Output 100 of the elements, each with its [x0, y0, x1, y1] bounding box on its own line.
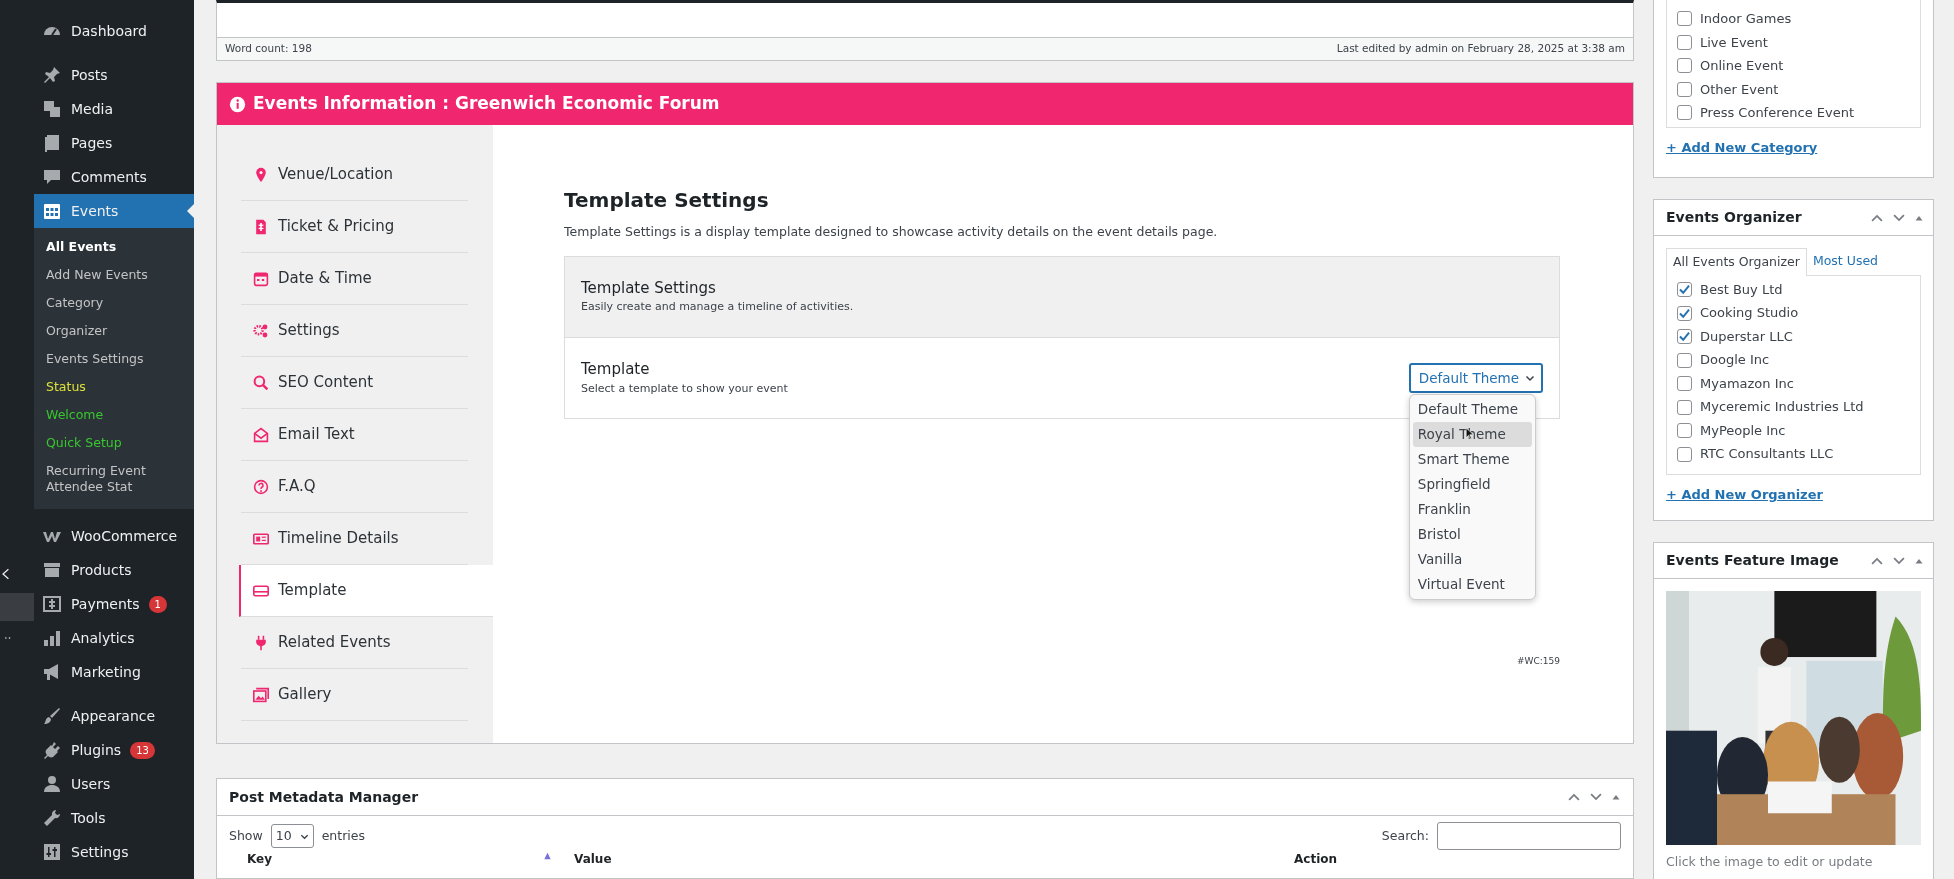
- submenu-item[interactable]: Quick Setup: [34, 429, 194, 457]
- column-header[interactable]: Key: [247, 852, 565, 866]
- checkbox-label: Online Event: [1700, 57, 1784, 75]
- menu-item[interactable]: WooCommerce: [34, 519, 194, 553]
- search-field[interactable]: [1437, 822, 1621, 850]
- last-edited-text: Last edited by admin on February 28, 2025 at 3:38 am: [1336, 41, 1625, 57]
- box-title: Template Settings: [581, 277, 717, 299]
- dropdown-option[interactable]: Smart Theme: [1412, 446, 1532, 472]
- dropdown-option[interactable]: Springfield: [1412, 471, 1532, 497]
- page-icon: [42, 133, 62, 153]
- submenu-item[interactable]: Status: [34, 373, 194, 401]
- submenu-item[interactable]: All Events: [34, 233, 194, 261]
- submenu-item[interactable]: Events Settings: [34, 345, 194, 373]
- menu-item[interactable]: Comments: [34, 160, 194, 194]
- dropdown-option[interactable]: Royal Theme: [1412, 421, 1532, 447]
- menu-item[interactable]: Plugins 13: [34, 733, 194, 767]
- dropdown-option[interactable]: Bristol: [1412, 521, 1532, 547]
- checkbox[interactable]: [1677, 11, 1692, 27]
- page-size-select[interactable]: 10: [270, 823, 314, 849]
- menu-item[interactable]: Events: [34, 194, 194, 228]
- show-label: Show: [229, 826, 263, 845]
- menu-item[interactable]: Marketing: [34, 655, 194, 689]
- checkbox[interactable]: [1677, 305, 1692, 321]
- menu-item[interactable]: Settings: [34, 835, 194, 869]
- submenu-item[interactable]: Add New Events: [34, 261, 194, 289]
- checkbox-label: Cooking Studio: [1700, 304, 1799, 323]
- plug-icon: [253, 634, 269, 651]
- add-organizer-link[interactable]: + Add New Organizer: [1666, 486, 1823, 502]
- dollar-icon: [42, 594, 62, 614]
- sort-icon[interactable]: [543, 852, 552, 860]
- checkbox[interactable]: [1677, 352, 1692, 368]
- tab[interactable]: Ticket & Pricing: [241, 201, 468, 253]
- section-heading: Template Settings: [564, 187, 770, 214]
- tab[interactable]: SEO Content: [241, 357, 468, 409]
- count-badge: 1: [148, 595, 167, 613]
- media-icon: [42, 99, 62, 119]
- checkbox[interactable]: [1677, 282, 1692, 297]
- receipt-icon: [253, 218, 269, 235]
- checkbox-label: Duperstar LLC: [1700, 327, 1793, 346]
- menu-item[interactable]: Users: [34, 767, 194, 801]
- entries-label: entries: [321, 826, 365, 845]
- tab[interactable]: Venue/Location: [241, 149, 468, 201]
- column-header[interactable]: Action: [1294, 852, 1338, 866]
- menu-item[interactable]: Media: [34, 92, 194, 126]
- menu-item[interactable]: Dashboard: [34, 14, 194, 48]
- editor-area[interactable]: [216, 0, 1634, 37]
- submenu-item[interactable]: Recurring Event Attendee Stat: [34, 457, 194, 501]
- checkbox[interactable]: [1677, 58, 1692, 74]
- images-icon: [253, 686, 269, 703]
- tab[interactable]: F.A.Q: [241, 461, 468, 513]
- checkbox[interactable]: [1677, 446, 1692, 462]
- menu-item[interactable]: Appearance: [34, 699, 194, 733]
- checkbox-label: Press Conference Event: [1700, 104, 1854, 122]
- tab[interactable]: Template: [239, 565, 493, 617]
- checkbox-label: Myamazon Inc: [1700, 374, 1794, 393]
- tab[interactable]: Most Used: [1806, 248, 1884, 275]
- tab[interactable]: All Events Organizer: [1666, 248, 1807, 276]
- checkbox[interactable]: [1677, 376, 1692, 391]
- search-icon: [253, 374, 269, 391]
- tab[interactable]: Date & Time: [241, 253, 468, 305]
- box-title: Post Metadata Manager: [229, 787, 419, 807]
- panel-title: Events Information : Greenwich Economic Forum: [253, 92, 720, 116]
- box-title: Events Organizer: [1666, 208, 1802, 227]
- menu-item[interactable]: Pages: [34, 126, 194, 160]
- template-select[interactable]: Default Theme: [1408, 362, 1543, 393]
- calendar-icon: [42, 201, 62, 221]
- box-icon: [42, 560, 62, 580]
- checkbox[interactable]: [1677, 105, 1692, 121]
- menu-item[interactable]: Products: [34, 553, 194, 587]
- dropdown-option[interactable]: Virtual Event: [1412, 571, 1532, 597]
- tab[interactable]: Email Text: [241, 409, 468, 461]
- checkbox[interactable]: [1677, 423, 1692, 438]
- dropdown-option[interactable]: Default Theme: [1412, 396, 1532, 422]
- search-label: Search:: [1381, 826, 1429, 845]
- checkbox[interactable]: [1677, 81, 1692, 97]
- checkbox[interactable]: [1677, 399, 1692, 415]
- checkbox-label: Myceremic Industries Ltd: [1700, 398, 1864, 417]
- column-header[interactable]: Value: [574, 852, 1294, 866]
- menu-item[interactable]: Analytics: [34, 621, 194, 655]
- menu-item[interactable]: Payments 1: [34, 587, 194, 621]
- checkbox[interactable]: [1677, 329, 1692, 344]
- tab[interactable]: Settings: [241, 305, 468, 357]
- menu-item[interactable]: Tools: [34, 801, 194, 835]
- checkbox[interactable]: [1677, 34, 1692, 50]
- submenu-item[interactable]: Organizer: [34, 317, 194, 345]
- dropdown-option[interactable]: Vanilla: [1412, 546, 1532, 572]
- tab[interactable]: Gallery: [241, 669, 468, 721]
- tab[interactable]: Related Events: [241, 617, 468, 669]
- add-category-link[interactable]: + Add New Category: [1666, 139, 1818, 155]
- menu-item[interactable]: Posts: [34, 58, 194, 92]
- section-description: Template Settings is a display template designed to showcase activity details on the event details page.: [564, 223, 1219, 241]
- checkbox-label: MyPeople Inc: [1700, 421, 1786, 440]
- checkbox-label: RTC Consultants LLC: [1700, 445, 1834, 464]
- submenu-item[interactable]: Welcome: [34, 401, 194, 429]
- paintbrush-icon: [42, 706, 62, 726]
- pushpin-icon: [42, 65, 62, 85]
- calendar-icon: [253, 270, 269, 287]
- submenu-item[interactable]: Category: [34, 289, 194, 317]
- dropdown-option[interactable]: Franklin: [1412, 496, 1532, 522]
- checkbox-label: Indoor Games: [1700, 10, 1792, 28]
